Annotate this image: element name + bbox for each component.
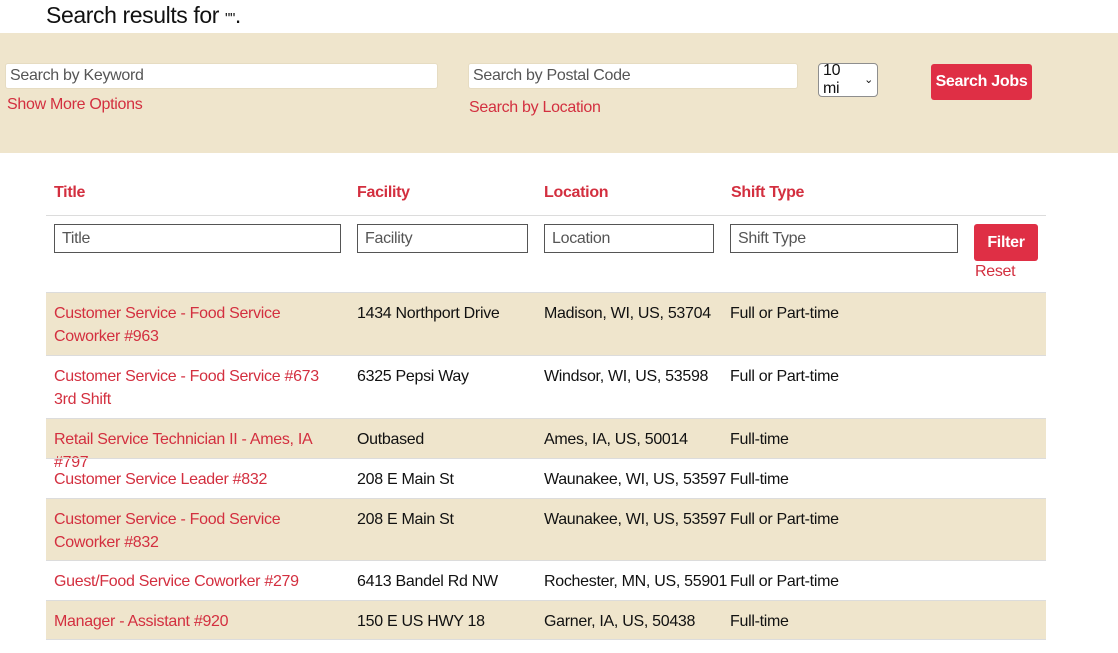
search-query: "" bbox=[225, 10, 235, 27]
job-title-link[interactable]: Customer Service - Food Service #673 3rd… bbox=[54, 365, 338, 411]
postal-code-input[interactable] bbox=[468, 63, 798, 89]
facility-cell: 150 E US HWY 18 bbox=[357, 613, 485, 630]
table-row: Manager - Assistant #920 150 E US HWY 18… bbox=[46, 600, 1046, 640]
location-cell: Waunakee, WI, US, 53597 bbox=[544, 511, 726, 528]
job-title-link[interactable]: Guest/Food Service Coworker #279 bbox=[54, 570, 338, 593]
table-row: Customer Service Leader #832 208 E Main … bbox=[46, 458, 1046, 498]
column-header-location[interactable]: Location bbox=[544, 184, 609, 202]
facility-cell: 6325 Pepsi Way bbox=[357, 368, 469, 385]
shift-type-filter-input[interactable] bbox=[730, 224, 958, 253]
shift-type-cell: Full or Part-time bbox=[730, 511, 839, 528]
header-divider bbox=[46, 215, 1046, 216]
results-table: Customer Service - Food Service Coworker… bbox=[46, 292, 1046, 640]
job-title-link[interactable]: Manager - Assistant #920 bbox=[54, 610, 338, 633]
show-more-options-link[interactable]: Show More Options bbox=[7, 96, 143, 114]
shift-type-cell: Full or Part-time bbox=[730, 305, 839, 322]
location-cell: Windsor, WI, US, 53598 bbox=[544, 368, 709, 385]
facility-cell: 1434 Northport Drive bbox=[357, 305, 500, 322]
shift-type-cell: Full-time bbox=[730, 431, 789, 448]
shift-type-cell: Full-time bbox=[730, 613, 789, 630]
chevron-down-icon: ⌄ bbox=[864, 73, 873, 86]
location-cell: Madison, WI, US, 53704 bbox=[544, 305, 711, 322]
column-header-facility[interactable]: Facility bbox=[357, 184, 410, 202]
job-title-link[interactable]: Customer Service - Food Service Coworker… bbox=[54, 508, 338, 554]
page-title-suffix: . bbox=[234, 2, 241, 28]
column-header-title[interactable]: Title bbox=[54, 184, 85, 202]
title-filter-input[interactable] bbox=[54, 224, 341, 253]
table-row: Retail Service Technician II - Ames, IA … bbox=[46, 418, 1046, 471]
shift-type-cell: Full-time bbox=[730, 471, 789, 488]
facility-cell: 6413 Bandel Rd NW bbox=[357, 573, 498, 590]
reset-link[interactable]: Reset bbox=[975, 263, 1016, 281]
filter-button[interactable]: Filter bbox=[974, 224, 1038, 261]
facility-filter-input[interactable] bbox=[357, 224, 528, 253]
page-title: Search results for "". bbox=[46, 2, 241, 29]
shift-type-cell: Full or Part-time bbox=[730, 573, 839, 590]
keyword-search-input[interactable] bbox=[5, 63, 438, 89]
radius-value: 10 mi bbox=[823, 62, 841, 97]
search-panel: Show More Options Search by Location 10 … bbox=[0, 33, 1118, 153]
location-cell: Waunakee, WI, US, 53597 bbox=[544, 471, 726, 488]
search-by-location-link[interactable]: Search by Location bbox=[469, 99, 601, 117]
column-header-shift-type[interactable]: Shift Type bbox=[731, 184, 804, 202]
location-cell: Garner, IA, US, 50438 bbox=[544, 613, 696, 630]
job-title-link[interactable]: Customer Service - Food Service Coworker… bbox=[54, 302, 338, 348]
search-jobs-button[interactable]: Search Jobs bbox=[931, 64, 1032, 100]
table-row: Guest/Food Service Coworker #279 6413 Ba… bbox=[46, 560, 1046, 600]
table-row: Customer Service - Food Service Coworker… bbox=[46, 498, 1046, 560]
radius-select[interactable]: 10 mi ⌄ bbox=[818, 62, 878, 97]
job-title-link[interactable]: Customer Service Leader #832 bbox=[54, 468, 338, 491]
facility-cell: 208 E Main St bbox=[357, 511, 454, 528]
facility-cell: 208 E Main St bbox=[357, 471, 454, 488]
location-cell: Rochester, MN, US, 55901 bbox=[544, 573, 728, 590]
page-title-prefix: Search results for bbox=[46, 2, 226, 28]
facility-cell: Outbased bbox=[357, 431, 424, 448]
location-filter-input[interactable] bbox=[544, 224, 714, 253]
location-cell: Ames, IA, US, 50014 bbox=[544, 431, 688, 448]
table-row: Customer Service - Food Service Coworker… bbox=[46, 292, 1046, 355]
table-row: Customer Service - Food Service #673 3rd… bbox=[46, 355, 1046, 418]
shift-type-cell: Full or Part-time bbox=[730, 368, 839, 385]
